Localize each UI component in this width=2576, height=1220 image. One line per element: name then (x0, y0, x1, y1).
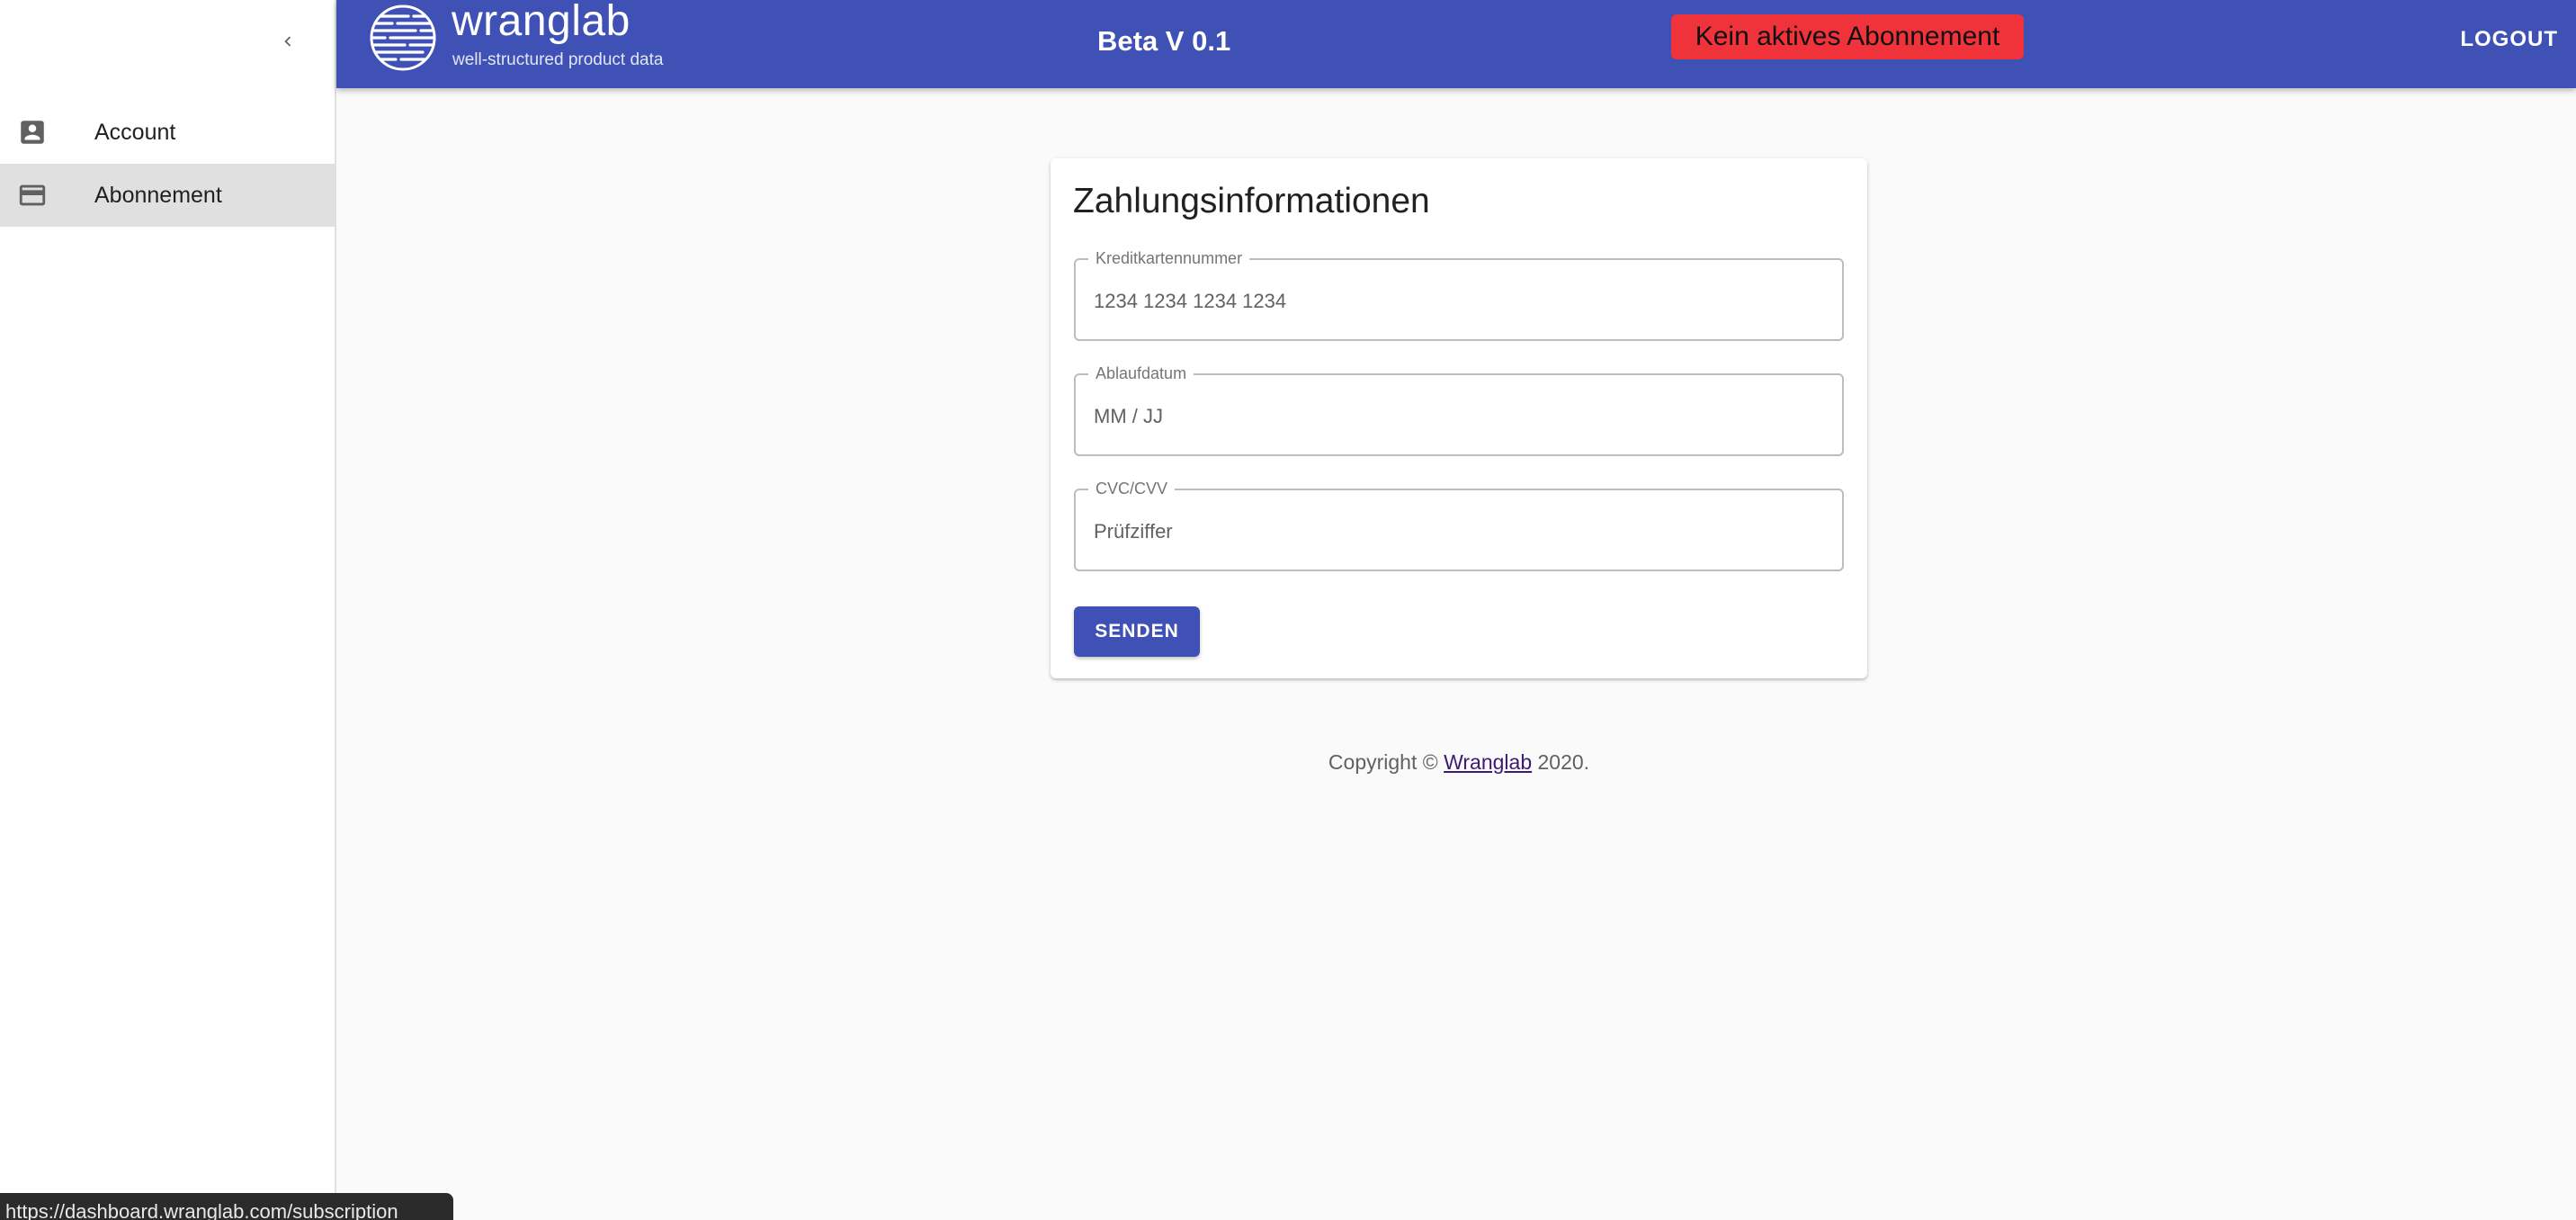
sidebar-item-label: Abonnement (94, 182, 222, 208)
brand-tagline: well-structured product data (452, 50, 664, 69)
card-number-input[interactable] (1094, 287, 1813, 316)
card-number-field: Kreditkartennummer (1074, 249, 1844, 341)
copyright-suffix: 2020. (1532, 750, 1590, 774)
page-title: Zahlungsinformationen (1073, 182, 1430, 220)
subscription-status-badge: Kein aktives Abonnement (1671, 14, 2024, 59)
wranglab-logo-icon (370, 4, 436, 71)
logout-button[interactable]: LOGOUT (2460, 27, 2558, 52)
account-box-icon (16, 116, 49, 148)
expiry-date-input[interactable] (1094, 402, 1813, 431)
card-number-label: Kreditkartennummer (1088, 249, 1250, 268)
sidebar-item-abonnement[interactable]: Abonnement (0, 164, 335, 227)
expiry-date-field: Ablaufdatum (1074, 364, 1844, 456)
wranglab-link[interactable]: Wranglab (1444, 750, 1532, 774)
payment-card: Zahlungsinformationen Kreditkartennummer… (1051, 158, 1867, 678)
sidebar-item-label: Account (94, 119, 176, 145)
chevron-left-icon (284, 36, 291, 47)
submit-button[interactable]: SENDEN (1074, 606, 1200, 657)
cvc-input[interactable] (1094, 517, 1813, 546)
copyright-prefix: Copyright © (1328, 750, 1445, 774)
brand-name: wranglab (452, 0, 631, 45)
credit-card-icon (16, 179, 49, 211)
expiry-date-label: Ablaufdatum (1088, 364, 1194, 383)
version-label: Beta V 0.1 (1097, 25, 1231, 57)
collapse-sidebar-button[interactable] (270, 23, 306, 59)
sidebar-item-account[interactable]: Account (0, 101, 335, 164)
cvc-field: CVC/CVV (1074, 480, 1844, 571)
cvc-label: CVC/CVV (1088, 480, 1176, 498)
app-bar: wranglab well-structured product data Be… (336, 0, 2576, 88)
sidebar: Account Abonnement (0, 0, 336, 1218)
status-url-bar: https://dashboard.wranglab.com/subscript… (0, 1193, 453, 1220)
copyright-footer: Copyright © Wranglab 2020. (1051, 750, 1867, 775)
